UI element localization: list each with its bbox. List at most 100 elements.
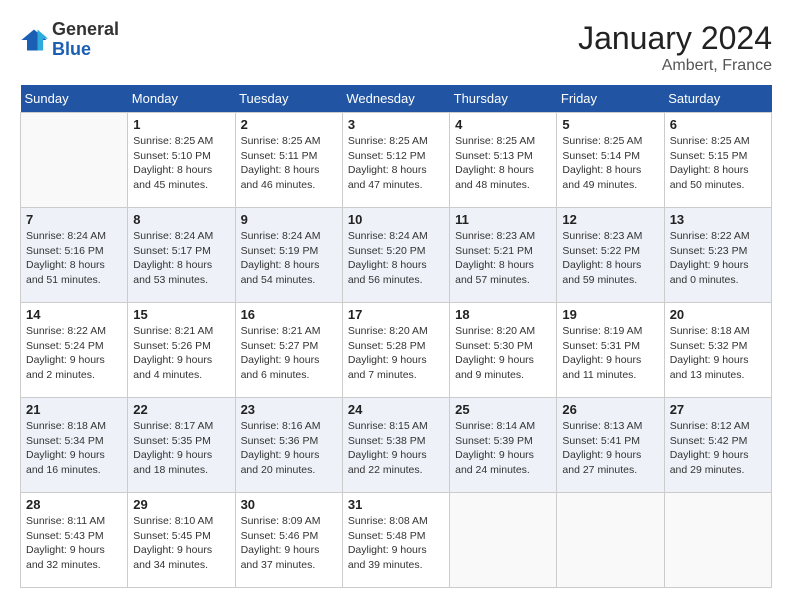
day-info: Sunrise: 8:19 AMSunset: 5:31 PMDaylight:…	[562, 324, 658, 383]
day-number: 9	[241, 212, 337, 227]
column-header-thursday: Thursday	[450, 85, 557, 113]
week-row-3: 14 Sunrise: 8:22 AMSunset: 5:24 PMDayligh…	[21, 303, 772, 398]
day-info: Sunrise: 8:24 AMSunset: 5:17 PMDaylight:…	[133, 229, 229, 288]
day-info: Sunrise: 8:23 AMSunset: 5:22 PMDaylight:…	[562, 229, 658, 288]
week-row-5: 28Sunrise: 8:11 AMSunset: 5:43 PMDayligh…	[21, 493, 772, 588]
day-number: 6	[670, 117, 766, 132]
calendar-cell: 2 Sunrise: 8:25 AMSunset: 5:11 PMDaylight…	[235, 113, 342, 208]
day-info: Sunrise: 8:14 AMSunset: 5:39 PMDaylight:…	[455, 419, 551, 478]
calendar-cell	[21, 113, 128, 208]
logo-icon	[20, 26, 48, 54]
logo-blue-text: Blue	[52, 39, 91, 59]
calendar-cell: 5 Sunrise: 8:25 AMSunset: 5:14 PMDaylight…	[557, 113, 664, 208]
day-number: 20	[670, 307, 766, 322]
day-info: Sunrise: 8:25 AMSunset: 5:15 PMDaylight:…	[670, 134, 766, 193]
calendar-cell: 18Sunrise: 8:20 AMSunset: 5:30 PMDayligh…	[450, 303, 557, 398]
day-number: 27	[670, 402, 766, 417]
day-info: Sunrise: 8:20 AMSunset: 5:30 PMDaylight:…	[455, 324, 551, 383]
calendar-cell: 21 Sunrise: 8:18 AMSunset: 5:34 PMDayligh…	[21, 398, 128, 493]
day-info: Sunrise: 8:25 AMSunset: 5:14 PMDaylight:…	[562, 134, 658, 193]
column-header-sunday: Sunday	[21, 85, 128, 113]
day-number: 15	[133, 307, 229, 322]
calendar-cell: 19 Sunrise: 8:19 AMSunset: 5:31 PMDayligh…	[557, 303, 664, 398]
calendar-cell: 8 Sunrise: 8:24 AMSunset: 5:17 PMDaylight…	[128, 208, 235, 303]
calendar-cell	[664, 493, 771, 588]
day-info: Sunrise: 8:10 AMSunset: 5:45 PMDaylight:…	[133, 514, 229, 573]
day-number: 28	[26, 497, 122, 512]
day-number: 14	[26, 307, 122, 322]
column-header-tuesday: Tuesday	[235, 85, 342, 113]
day-info: Sunrise: 8:09 AMSunset: 5:46 PMDaylight:…	[241, 514, 337, 573]
page-header: General Blue January 2024 Ambert, France	[20, 20, 772, 75]
logo: General Blue	[20, 20, 119, 60]
calendar-cell	[450, 493, 557, 588]
day-info: Sunrise: 8:17 AMSunset: 5:35 PMDaylight:…	[133, 419, 229, 478]
day-info: Sunrise: 8:24 AMSunset: 5:20 PMDaylight:…	[348, 229, 444, 288]
calendar-cell: 23 Sunrise: 8:16 AMSunset: 5:36 PMDayligh…	[235, 398, 342, 493]
week-row-1: 1Sunrise: 8:25 AMSunset: 5:10 PMDaylight…	[21, 113, 772, 208]
day-number: 22	[133, 402, 229, 417]
calendar-cell: 10Sunrise: 8:24 AMSunset: 5:20 PMDayligh…	[342, 208, 449, 303]
day-number: 12	[562, 212, 658, 227]
day-number: 7	[26, 212, 122, 227]
calendar-cell: 26Sunrise: 8:13 AMSunset: 5:41 PMDayligh…	[557, 398, 664, 493]
day-number: 23	[241, 402, 337, 417]
calendar-cell: 20 Sunrise: 8:18 AMSunset: 5:32 PMDayligh…	[664, 303, 771, 398]
day-number: 31	[348, 497, 444, 512]
calendar-cell: 28Sunrise: 8:11 AMSunset: 5:43 PMDayligh…	[21, 493, 128, 588]
day-info: Sunrise: 8:22 AMSunset: 5:23 PMDaylight:…	[670, 229, 766, 288]
day-info: Sunrise: 8:25 AMSunset: 5:11 PMDaylight:…	[241, 134, 337, 193]
column-header-wednesday: Wednesday	[342, 85, 449, 113]
day-info: Sunrise: 8:21 AMSunset: 5:27 PMDaylight:…	[241, 324, 337, 383]
day-number: 21	[26, 402, 122, 417]
day-info: Sunrise: 8:18 AMSunset: 5:34 PMDaylight:…	[26, 419, 122, 478]
day-info: Sunrise: 8:24 AMSunset: 5:16 PMDaylight:…	[26, 229, 122, 288]
logo-general-text: General	[52, 19, 119, 39]
day-number: 11	[455, 212, 551, 227]
location: Ambert, France	[578, 57, 772, 75]
calendar-cell: 17Sunrise: 8:20 AMSunset: 5:28 PMDayligh…	[342, 303, 449, 398]
day-info: Sunrise: 8:25 AMSunset: 5:12 PMDaylight:…	[348, 134, 444, 193]
day-info: Sunrise: 8:20 AMSunset: 5:28 PMDaylight:…	[348, 324, 444, 383]
calendar-cell: 25Sunrise: 8:14 AMSunset: 5:39 PMDayligh…	[450, 398, 557, 493]
day-number: 16	[241, 307, 337, 322]
column-header-friday: Friday	[557, 85, 664, 113]
day-info: Sunrise: 8:15 AMSunset: 5:38 PMDaylight:…	[348, 419, 444, 478]
day-number: 5	[562, 117, 658, 132]
calendar-cell: 29 Sunrise: 8:10 AMSunset: 5:45 PMDayligh…	[128, 493, 235, 588]
day-number: 8	[133, 212, 229, 227]
calendar-cell: 15Sunrise: 8:21 AMSunset: 5:26 PMDayligh…	[128, 303, 235, 398]
calendar-cell: 27 Sunrise: 8:12 AMSunset: 5:42 PMDayligh…	[664, 398, 771, 493]
day-number: 19	[562, 307, 658, 322]
day-info: Sunrise: 8:24 AMSunset: 5:19 PMDaylight:…	[241, 229, 337, 288]
calendar-cell: 12 Sunrise: 8:23 AMSunset: 5:22 PMDayligh…	[557, 208, 664, 303]
calendar-cell: 24 Sunrise: 8:15 AMSunset: 5:38 PMDayligh…	[342, 398, 449, 493]
day-info: Sunrise: 8:12 AMSunset: 5:42 PMDaylight:…	[670, 419, 766, 478]
calendar-table: SundayMondayTuesdayWednesdayThursdayFrid…	[20, 85, 772, 588]
calendar-cell: 1Sunrise: 8:25 AMSunset: 5:10 PMDaylight…	[128, 113, 235, 208]
day-number: 26	[562, 402, 658, 417]
column-header-saturday: Saturday	[664, 85, 771, 113]
day-info: Sunrise: 8:18 AMSunset: 5:32 PMDaylight:…	[670, 324, 766, 383]
day-number: 24	[348, 402, 444, 417]
calendar-cell: 7 Sunrise: 8:24 AMSunset: 5:16 PMDaylight…	[21, 208, 128, 303]
day-info: Sunrise: 8:16 AMSunset: 5:36 PMDaylight:…	[241, 419, 337, 478]
day-number: 30	[241, 497, 337, 512]
title-block: January 2024 Ambert, France	[578, 20, 772, 75]
day-info: Sunrise: 8:22 AMSunset: 5:24 PMDaylight:…	[26, 324, 122, 383]
column-header-monday: Monday	[128, 85, 235, 113]
calendar-cell: 14 Sunrise: 8:22 AMSunset: 5:24 PMDayligh…	[21, 303, 128, 398]
week-row-4: 21 Sunrise: 8:18 AMSunset: 5:34 PMDayligh…	[21, 398, 772, 493]
day-info: Sunrise: 8:25 AMSunset: 5:13 PMDaylight:…	[455, 134, 551, 193]
calendar-cell: 9 Sunrise: 8:24 AMSunset: 5:19 PMDaylight…	[235, 208, 342, 303]
calendar-cell	[557, 493, 664, 588]
day-info: Sunrise: 8:08 AMSunset: 5:48 PMDaylight:…	[348, 514, 444, 573]
calendar-cell: 30 Sunrise: 8:09 AMSunset: 5:46 PMDayligh…	[235, 493, 342, 588]
day-number: 2	[241, 117, 337, 132]
day-number: 29	[133, 497, 229, 512]
day-info: Sunrise: 8:25 AMSunset: 5:10 PMDaylight:…	[133, 134, 229, 193]
day-number: 13	[670, 212, 766, 227]
day-number: 4	[455, 117, 551, 132]
calendar-cell: 16 Sunrise: 8:21 AMSunset: 5:27 PMDayligh…	[235, 303, 342, 398]
calendar-cell: 22 Sunrise: 8:17 AMSunset: 5:35 PMDayligh…	[128, 398, 235, 493]
